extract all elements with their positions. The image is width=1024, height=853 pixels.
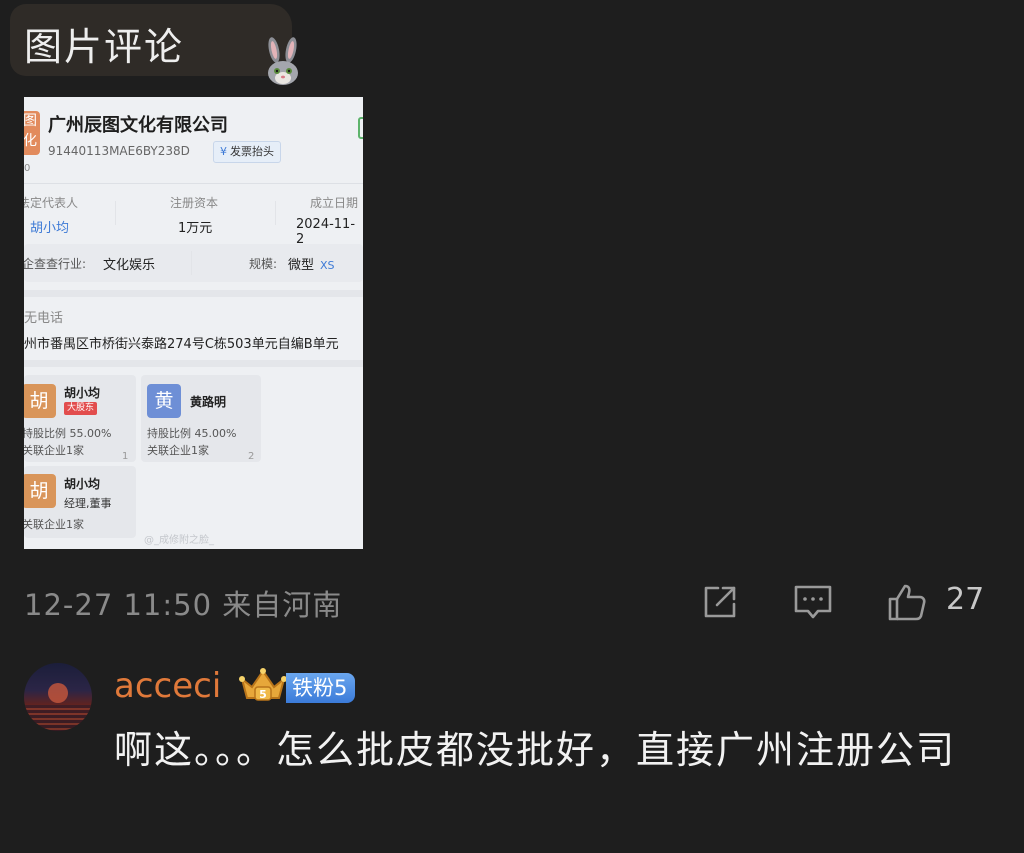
staff-role: 经理,董事 [64, 497, 112, 510]
founded-label: 成立日期 [310, 196, 359, 210]
card-index: 1 [122, 451, 129, 462]
scale-value-wrap: 微型 XS [288, 254, 335, 273]
page-title: 图片评论 [24, 25, 185, 69]
section-gap [24, 290, 363, 297]
staff-name: 胡小均 [64, 477, 101, 491]
share-ratio: 持股比例 55.00% [24, 427, 112, 440]
watermark: @_成修附之脸_ [144, 535, 214, 546]
invoice-badge: ¥ 发票抬头 [213, 141, 281, 163]
timestamp: 12-27 11:50 [24, 588, 213, 622]
related-companies: 关联企业1家 [24, 444, 84, 457]
industry-label: 企查查行业: [24, 257, 87, 271]
capital-value: 1万元 [178, 221, 213, 236]
scale-label: 规模: [249, 257, 278, 271]
logo-sub-text: 0 [24, 163, 31, 174]
address-text: 州市番禺区市桥街兴泰路274号C栋503单元自编B单元 [24, 337, 339, 352]
shareholder-name: 胡小均 [64, 386, 101, 400]
username[interactable]: acceci [114, 666, 221, 706]
like-count: 27 [946, 582, 985, 617]
section-gap [24, 360, 363, 367]
crown-badge-icon: 5 [239, 668, 287, 701]
industry-value: 文化娱乐 [103, 258, 156, 273]
avatar: 胡 [24, 474, 56, 508]
company-name: 广州辰图文化有限公司 [48, 115, 228, 136]
avatar-water [24, 705, 92, 731]
avatar[interactable] [24, 663, 92, 731]
divider [24, 183, 363, 184]
scale-badge: XS [320, 259, 335, 272]
phone-text: 无电话 [24, 311, 64, 326]
avatar-moon [48, 683, 68, 703]
share-icon[interactable] [700, 582, 740, 622]
comment-icon[interactable] [793, 582, 833, 622]
avatar: 黄 [147, 384, 181, 418]
founded-value: 2024-11-2 [296, 217, 356, 247]
major-shareholder-tag: 大股东 [64, 402, 98, 415]
shareholder-name: 黄路明 [190, 395, 227, 409]
follow-button-edge [358, 117, 363, 139]
yen-icon: ¥ [220, 145, 227, 158]
scale-value: 微型 [288, 258, 315, 273]
thumbs-up-icon[interactable] [887, 582, 927, 622]
avatar: 胡 [24, 384, 56, 418]
related-companies: 关联企业1家 [24, 518, 84, 531]
post-meta: 12-27 11:50 来自河南 [24, 582, 342, 624]
share-ratio: 持股比例 45.00% [147, 427, 237, 440]
divider [191, 251, 192, 275]
divider [115, 201, 116, 225]
bunny-sticker-icon [268, 37, 298, 85]
location: 来自河南 [222, 588, 343, 622]
company-logo: 图化 [24, 111, 40, 155]
card-index: 2 [248, 451, 255, 462]
comment-image[interactable]: 图化 0 广州辰图文化有限公司 91440113MAE6BY238D ¥ 发票抬头… [24, 97, 363, 549]
fan-badge: 铁粉5 [286, 673, 356, 703]
legal-rep-label: 法定代表人 [24, 196, 79, 210]
legal-rep-value: 胡小均 [30, 221, 70, 236]
credit-code: 91440113MAE6BY238D [48, 144, 190, 158]
invoice-badge-label: 发票抬头 [230, 145, 274, 158]
comment-text: 啊这。。。怎么批皮都没批好，直接广州注册公司 [114, 728, 957, 772]
capital-label: 注册资本 [170, 196, 219, 210]
svg-text:5: 5 [259, 688, 267, 701]
divider [275, 201, 276, 225]
related-companies: 关联企业1家 [147, 444, 209, 457]
